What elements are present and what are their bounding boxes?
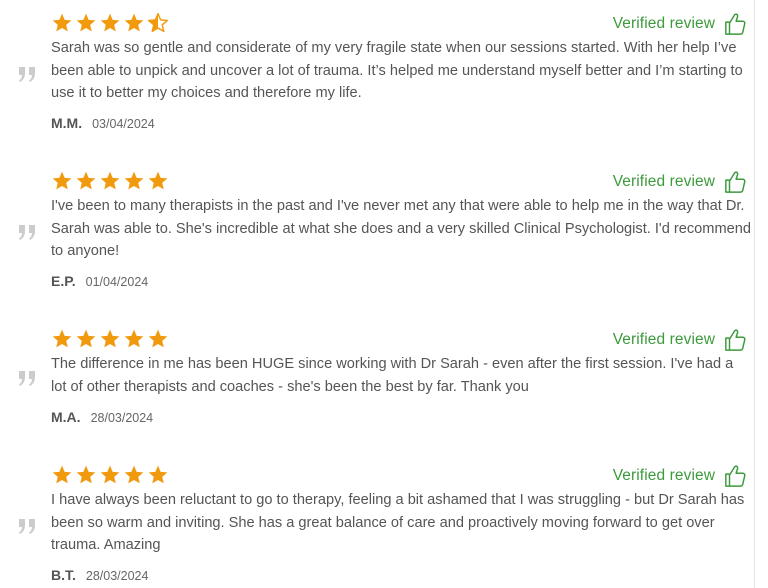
review-author: M.A. (51, 409, 81, 425)
quote-icon (19, 225, 35, 240)
thumbs-up-icon (725, 13, 746, 35)
star-icon (100, 465, 120, 484)
review-date: 28/03/2024 (90, 411, 154, 425)
star-icon (100, 329, 120, 348)
star-icon (124, 13, 144, 32)
review-text: I have always been reluctant to go to th… (51, 492, 745, 553)
review-text: Sarah was so gentle and considerate of m… (51, 40, 743, 101)
review-meta: M.A. 28/03/2024 (51, 409, 153, 425)
verified-badge: Verified review (613, 170, 746, 194)
star-icon (148, 171, 168, 190)
star-icon (52, 465, 72, 484)
verified-badge: Verified review (613, 464, 746, 488)
verified-badge: Verified review (613, 12, 746, 36)
star-rating (51, 328, 169, 350)
review-date: 28/03/2024 (85, 569, 149, 583)
quote-icon (19, 519, 35, 534)
star-icon (124, 465, 144, 484)
review-author: E.P. (51, 273, 76, 289)
review-text: The difference in me has been HUGE since… (51, 356, 734, 395)
scroll-divider (754, 0, 755, 588)
verified-badge: Verified review (613, 328, 746, 352)
review-meta: E.P. 01/04/2024 (51, 273, 148, 289)
verified-label: Verified review (612, 467, 715, 484)
star-icon (124, 329, 144, 348)
review-meta: B.T. 28/03/2024 (51, 567, 148, 583)
star-rating (51, 464, 169, 486)
review-date: 01/04/2024 (85, 275, 149, 289)
verified-label: Verified review (612, 15, 715, 32)
review-date: 03/04/2024 (92, 117, 155, 131)
quote-icon (19, 67, 35, 82)
review-meta: M.M. 03/04/2024 (51, 115, 155, 131)
quote-icon (19, 371, 35, 386)
star-icon (100, 171, 120, 190)
thumbs-up-icon (725, 465, 746, 487)
thumbs-up-icon (725, 171, 746, 193)
reviews-list: Verified review Sarah was so gentle and … (0, 0, 768, 588)
star-icon (52, 13, 72, 32)
star-rating (51, 12, 169, 34)
review-text: I've been to many therapists in the past… (51, 198, 751, 259)
star-icon (124, 171, 144, 190)
verified-label: Verified review (612, 331, 715, 348)
star-icon (52, 171, 72, 190)
verified-label: Verified review (612, 173, 715, 190)
star-icon (76, 171, 96, 190)
star-icon (100, 13, 120, 32)
review-author: B.T. (51, 567, 76, 583)
star-icon (76, 465, 96, 484)
star-icon (148, 465, 168, 484)
star-half-icon (147, 12, 169, 33)
star-icon (52, 329, 72, 348)
star-rating (51, 170, 169, 192)
star-icon (148, 329, 168, 348)
review-author: M.M. (51, 115, 83, 131)
thumbs-up-icon (725, 329, 746, 351)
star-icon (76, 13, 96, 32)
star-icon (76, 329, 96, 348)
